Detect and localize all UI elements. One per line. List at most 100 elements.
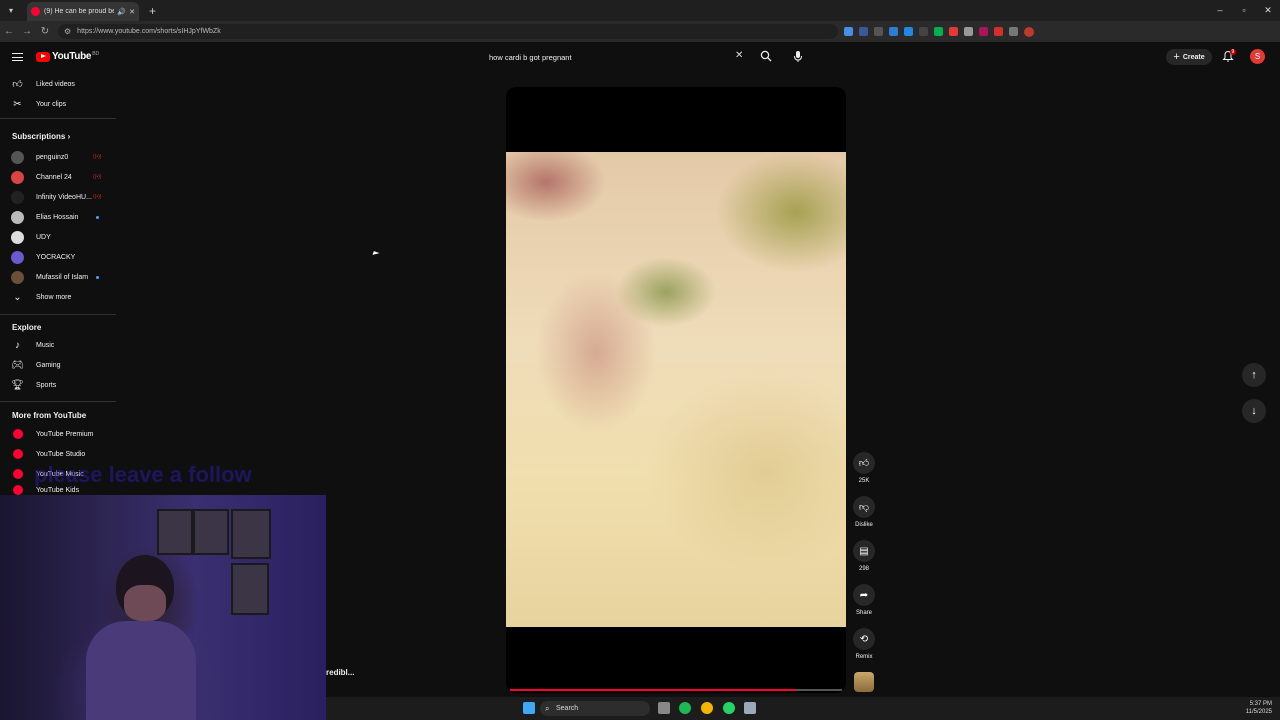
comments-button[interactable]: ▤ 298 xyxy=(850,540,878,572)
sidebar-item-label: YOCRACKY xyxy=(36,253,76,261)
sidebar-item-your-clips[interactable]: ✂ Your clips xyxy=(0,94,116,114)
music-note-icon: ♪ xyxy=(15,339,20,351)
remix-button[interactable]: ⟲ Remix xyxy=(850,628,878,660)
extension-icon[interactable] xyxy=(919,27,928,36)
shorts-video-frame[interactable] xyxy=(506,152,846,627)
audio-thumbnail[interactable] xyxy=(854,672,874,692)
clock-time: 5:37 PM xyxy=(1249,701,1272,707)
sidebar-item-subscription[interactable]: Infinity VideoHU... ((•)) xyxy=(0,187,116,207)
sidebar-item-subscription[interactable]: Mufassil of Islam xyxy=(0,267,116,287)
back-arrow-icon[interactable]: ← xyxy=(0,26,18,37)
like-count: 25K xyxy=(858,478,870,484)
taskbar-search[interactable]: Search xyxy=(540,701,650,716)
share-button[interactable]: ➦ Share xyxy=(850,584,878,616)
sidebar-divider xyxy=(0,314,116,315)
channel-avatar xyxy=(11,190,24,204)
share-arrow-icon: ➦ xyxy=(853,584,875,606)
comment-icon: ▤ xyxy=(853,540,875,562)
extension-icon[interactable] xyxy=(874,27,883,36)
sidebar-item-subscription[interactable]: YOCRACKY xyxy=(0,247,116,267)
puzzle-icon[interactable] xyxy=(1009,27,1018,36)
sidebar-item-music[interactable]: ♪ Music xyxy=(0,335,116,355)
reload-icon[interactable]: ↻ xyxy=(36,26,54,37)
trophy-icon: 🏆︎ xyxy=(11,379,24,391)
search-icon[interactable] xyxy=(760,50,772,62)
wall-picture-frame xyxy=(231,563,269,615)
youtube-music-icon xyxy=(13,469,23,479)
sidebar-item-subscription[interactable]: UDY xyxy=(0,227,116,247)
chrome-icon[interactable] xyxy=(701,702,713,714)
close-window-button[interactable]: ✕ xyxy=(1256,0,1280,21)
forward-arrow-icon[interactable]: → xyxy=(18,26,36,37)
extension-icon[interactable] xyxy=(904,27,913,36)
sidebar-item-liked-videos[interactable]: 👍︎ Liked videos xyxy=(0,74,116,94)
gamepad-icon: 🎮︎ xyxy=(11,359,24,371)
sidebar-item-label: Music xyxy=(36,341,55,349)
previous-short-button[interactable]: ↑ xyxy=(1242,363,1266,387)
windows-start-icon[interactable] xyxy=(523,702,535,714)
extension-icon[interactable] xyxy=(844,27,853,36)
sidebar-item-label: Mufassil of Islam xyxy=(36,273,89,281)
browser-tab-bar: ▾ (9) He can be proud becau 🔊 ✕ + – ▫ ✕ xyxy=(0,0,1280,21)
search-query-text: how cardi b got pregnant xyxy=(489,52,572,62)
thumbs-down-icon: 👎︎ xyxy=(853,496,875,518)
task-view-icon[interactable] xyxy=(658,702,670,714)
dislike-label: Dislike xyxy=(855,522,873,528)
next-short-button[interactable]: ↓ xyxy=(1242,399,1266,423)
live-indicator-icon: ((•)) xyxy=(93,154,102,160)
browser-tab-active[interactable]: (9) He can be proud becau 🔊 ✕ xyxy=(27,2,139,21)
sidebar-item-subscription[interactable]: penguinz0 ((•)) xyxy=(0,147,116,167)
chevron-right-icon: › xyxy=(67,132,71,141)
new-content-dot xyxy=(96,275,99,279)
like-button[interactable]: 👍︎ 25K xyxy=(850,452,878,484)
video-progress-bar[interactable] xyxy=(510,689,842,691)
dislike-button[interactable]: 👎︎ Dislike xyxy=(850,496,878,528)
clear-search-icon[interactable]: ✕ xyxy=(735,50,743,61)
address-bar[interactable]: ⚙ https://www.youtube.com/shorts/sIHJpYf… xyxy=(58,24,838,39)
account-avatar[interactable]: S xyxy=(1250,49,1265,64)
streamer xyxy=(86,555,196,720)
microphone-icon[interactable] xyxy=(792,50,804,63)
shorts-player[interactable] xyxy=(506,87,846,693)
wall-picture-frame xyxy=(193,509,229,555)
youtube-premium-icon xyxy=(13,429,23,439)
spotify-icon[interactable] xyxy=(679,702,691,714)
extension-icon[interactable] xyxy=(964,27,973,36)
sidebar-divider xyxy=(0,401,116,402)
system-clock[interactable]: 5:37 PM 11/5/2025 xyxy=(1246,700,1272,716)
show-more-button[interactable]: ⌄ Show more xyxy=(0,287,116,307)
sidebar-item-subscription[interactable]: Elias Hossain xyxy=(0,207,116,227)
sidebar-item-gaming[interactable]: 🎮︎ Gaming xyxy=(0,355,116,375)
minimize-button[interactable]: – xyxy=(1208,0,1232,21)
more-from-youtube-heading: More from YouTube xyxy=(12,411,87,420)
close-tab-icon[interactable]: ✕ xyxy=(129,8,135,16)
menu-icon[interactable] xyxy=(12,53,23,61)
sidebar-item-sports[interactable]: 🏆︎ Sports xyxy=(0,375,116,395)
stream-overlay-text: please leave a follow xyxy=(34,462,252,487)
search-input[interactable]: how cardi b got pregnant ✕ xyxy=(482,49,752,65)
speaker-icon[interactable]: 🔊 xyxy=(117,8,126,16)
new-tab-button[interactable]: + xyxy=(149,4,156,18)
sidebar-item-youtube-premium[interactable]: YouTube Premium xyxy=(0,424,116,444)
subscriptions-heading[interactable]: Subscriptions › xyxy=(12,132,70,141)
webcam-overlay xyxy=(0,495,326,720)
extension-icon[interactable] xyxy=(979,27,988,36)
thumbs-up-icon: 👍︎ xyxy=(853,452,875,474)
maximize-button[interactable]: ▫ xyxy=(1232,0,1256,21)
extension-icon[interactable] xyxy=(949,27,958,36)
steam-icon[interactable] xyxy=(744,702,756,714)
youtube-logo[interactable]: YouTube BD xyxy=(36,51,99,62)
site-info-icon[interactable]: ⚙ xyxy=(64,27,71,36)
browser-profile-avatar[interactable] xyxy=(1024,26,1034,37)
extension-icon[interactable] xyxy=(994,27,1003,36)
sidebar-item-youtube-studio[interactable]: YouTube Studio xyxy=(0,444,116,464)
sidebar-item-subscription[interactable]: Channel 24 ((•)) xyxy=(0,167,116,187)
whatsapp-icon[interactable] xyxy=(723,702,735,714)
create-button[interactable]: + Create xyxy=(1166,49,1212,65)
extension-icon[interactable] xyxy=(889,27,898,36)
mouse-cursor-icon xyxy=(372,251,380,257)
extension-icon[interactable] xyxy=(859,27,868,36)
tab-search-button[interactable]: ▾ xyxy=(3,3,19,19)
extension-icon[interactable] xyxy=(934,27,943,36)
channel-avatar xyxy=(11,250,24,264)
